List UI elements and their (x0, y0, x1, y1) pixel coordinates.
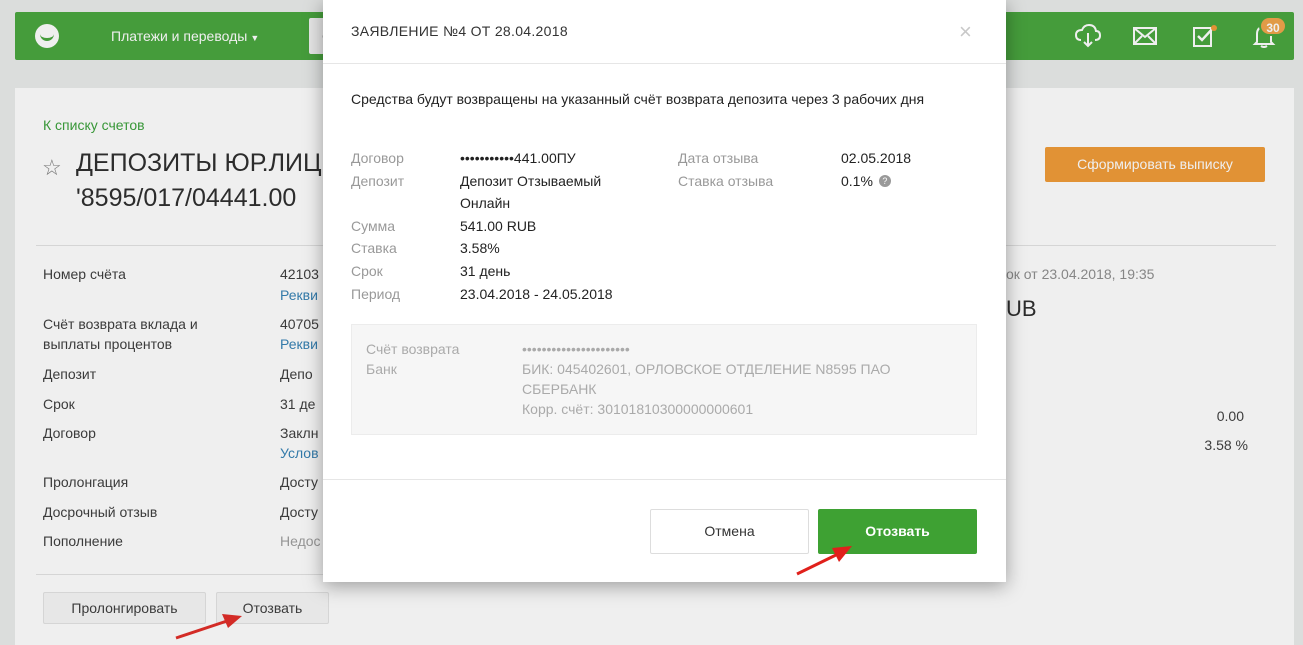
modal-value-amount: 541.00 RUB (460, 218, 537, 234)
close-icon[interactable]: × (959, 19, 972, 45)
modal-footer-divider (323, 479, 1006, 480)
modal-label-deposit: Депозит (351, 173, 405, 189)
modal-value-period: 23.04.2018 - 24.05.2018 (460, 286, 613, 302)
box-value-bank-line2: СБЕРБАНК (522, 381, 597, 397)
modal-label-withdrawal-rate: Ставка отзыва (678, 173, 774, 189)
return-account-box: Счёт возврата •••••••••••••••••••••• Бан… (351, 324, 977, 435)
modal-value-withdrawal-rate: 0.1% (841, 173, 873, 189)
box-value-return-account: •••••••••••••••••••••• (522, 341, 630, 357)
box-value-corr-account: Корр. счёт: 30101810300000000601 (522, 401, 754, 417)
modal-header-divider (323, 63, 1006, 64)
modal-value-withdrawal-date: 02.05.2018 (841, 150, 912, 166)
withdrawal-application-modal: ЗАЯВЛЕНИЕ №4 ОТ 28.04.2018 × Средства бу… (323, 0, 1006, 582)
modal-value-rate: 3.58% (460, 240, 500, 256)
modal-value-contract: •••••••••••441.00ПУ (460, 150, 576, 166)
modal-label-amount: Сумма (351, 218, 395, 234)
box-label-bank: Банк (366, 361, 397, 377)
modal-message: Средства будут возвращены на указанный с… (351, 91, 925, 107)
modal-value-deposit-line2: Онлайн (460, 195, 511, 211)
modal-value-deposit: Депозит Отзываемый (460, 173, 602, 189)
modal-withdrawal-rate-group: 0.1%? (841, 170, 891, 192)
box-value-bank-line1: БИК: 045402601, ОРЛОВСКОЕ ОТДЕЛЕНИЕ N859… (522, 361, 891, 377)
cancel-button[interactable]: Отмена (650, 509, 809, 554)
help-question-icon[interactable]: ? (878, 175, 891, 187)
modal-title: ЗАЯВЛЕНИЕ №4 ОТ 28.04.2018 (351, 23, 568, 39)
modal-value-term: 31 день (460, 263, 511, 279)
modal-label-term: Срок (351, 263, 383, 279)
modal-label-rate: Ставка (351, 240, 397, 256)
modal-label-period: Период (351, 286, 401, 302)
modal-label-contract: Договор (351, 150, 404, 166)
modal-label-withdrawal-date: Дата отзыва (678, 150, 759, 166)
red-arrow-annotation-icon (796, 546, 852, 576)
box-label-return-account: Счёт возврата (366, 341, 460, 357)
